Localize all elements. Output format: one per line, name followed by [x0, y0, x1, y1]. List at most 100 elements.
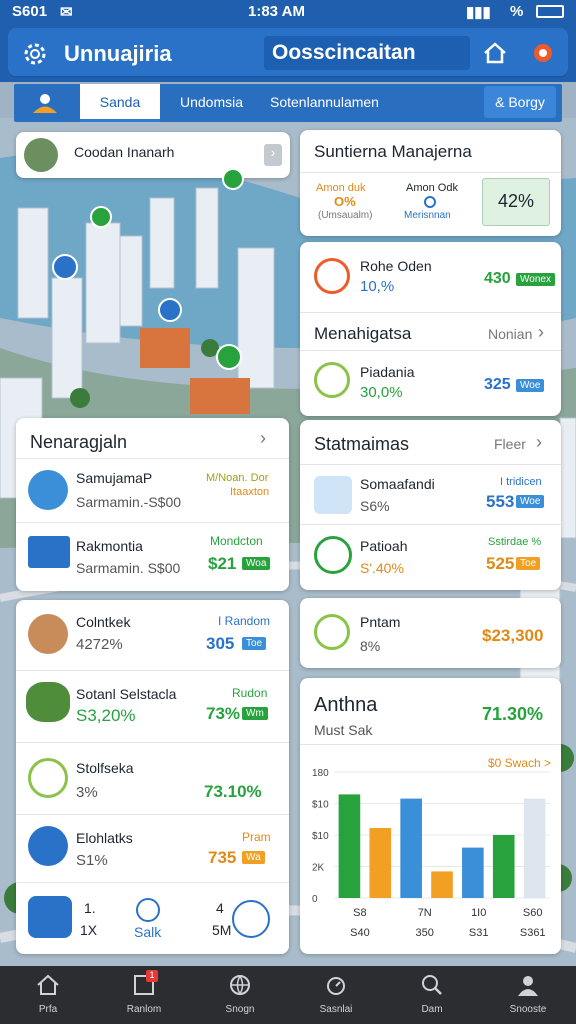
status-clock: 1:83 AM: [248, 3, 305, 20]
footer-stat-bottom: 5M: [212, 922, 232, 938]
chevron-right-icon[interactable]: ›: [260, 428, 266, 449]
avatar: [24, 138, 58, 172]
list-item-value: 305: [206, 634, 235, 653]
list-item-tag: M/Noan. Dor: [206, 472, 269, 484]
metrics-list-card[interactable]: Colntkek 4272% I Random 305 Toe Sotanl S…: [16, 600, 289, 954]
sistema-left-label: Amon duk: [316, 182, 366, 194]
home-icon[interactable]: [482, 40, 508, 66]
refresh-icon[interactable]: [232, 900, 270, 938]
finance-row1-badge: Wonex: [516, 273, 555, 286]
chart-bar: [492, 835, 515, 898]
sistema-mid-label: Amon Odk: [406, 182, 458, 194]
bottom-nav: Prfa 1 Ranlom Snogn Sasnlai Dam Snooste: [0, 966, 576, 1024]
list-item-tag: I tridicen: [500, 476, 542, 488]
tab-undomsia[interactable]: Undomsia: [180, 84, 243, 122]
phone-icon: [314, 258, 350, 294]
timer-icon: [327, 977, 345, 995]
chart-value: 71.30%: [482, 704, 544, 724]
finance-section-link[interactable]: Nonian: [488, 326, 532, 342]
list-item-badge: Woa: [242, 557, 271, 570]
tab-sotenlannulamen[interactable]: Sotenlannulamen: [270, 84, 379, 122]
list-item-pct: S3,20%: [76, 706, 136, 725]
chart-bar: [369, 828, 392, 898]
sistema-card[interactable]: Suntierna Manajerna Amon duk O% (Umsaual…: [300, 130, 561, 236]
list-item-badge: Toe: [516, 557, 541, 570]
finance-row1-title: Rohe Oden: [360, 258, 432, 274]
chart-subtitle: Must Sak: [314, 722, 373, 738]
nav-label: Prfa: [38, 1004, 58, 1015]
nav-item-notes[interactable]: 1 Ranlom: [96, 966, 192, 1024]
list-item-title: Rakmontia: [76, 538, 143, 554]
notification-badge: 1: [146, 970, 158, 982]
chart-bar: [431, 871, 453, 898]
map-location-label: Coodan Inanarh: [74, 144, 175, 160]
user-icon[interactable]: [30, 92, 60, 114]
x-tick-label: S60: [523, 907, 543, 919]
nav-item-home[interactable]: Prfa: [0, 966, 96, 1024]
alert-icon[interactable]: [530, 40, 556, 66]
y-tick-label: $10: [312, 831, 329, 842]
tablet-icon: [28, 826, 68, 866]
map-pin-icon[interactable]: [90, 206, 112, 228]
list-item-sub: Sarmamin.-S$00: [76, 494, 182, 510]
chevron-right-icon[interactable]: ›: [264, 144, 282, 166]
tab-sanda[interactable]: Sanda: [80, 84, 160, 122]
sistema-mid-sub: Merisnnan: [404, 210, 451, 221]
statmaimas-link[interactable]: Fleer: [494, 436, 526, 452]
app-bar: Unnuajiria Oosscincaitan: [0, 24, 576, 82]
status-bar: S601 ✉ 1:83 AM ▮▮▮ %: [0, 0, 576, 24]
list-item-title: SamujamaP: [76, 470, 153, 486]
globe-icon: [230, 975, 250, 996]
list-item-title: Patioah: [360, 538, 408, 554]
nav-item-profile[interactable]: Snooste: [480, 966, 576, 1024]
search-field[interactable]: Oosscincaitan: [264, 36, 470, 70]
list-item-value: $21: [208, 554, 237, 573]
map-pin-icon[interactable]: [222, 168, 244, 190]
list-item-pct: S'.40%: [360, 560, 404, 576]
finance-row2-badge: Woe: [516, 379, 545, 392]
user-profile-icon: [28, 470, 68, 510]
finance-card[interactable]: Rohe Oden 10,% 430 Wonex Menahigatsa Non…: [300, 242, 561, 416]
chart-bar: [523, 798, 546, 898]
footer-stat-bottom: Salk: [134, 924, 162, 940]
chevron-right-icon[interactable]: ›: [538, 322, 544, 343]
map-pin-icon[interactable]: [52, 254, 78, 280]
map-pin-icon[interactable]: [158, 298, 182, 322]
list-item-badge: Woe: [516, 495, 545, 508]
pntam-value: $23,300: [482, 626, 544, 645]
chevron-right-icon[interactable]: ›: [536, 432, 542, 453]
y-tick-label: 0: [312, 894, 318, 905]
finance-row2-title: Piadania: [360, 364, 415, 380]
nav-item-timer[interactable]: Sasnlai: [288, 966, 384, 1024]
leaf-icon[interactable]: [136, 898, 160, 922]
list-item-title: Colntkek: [76, 614, 131, 630]
nav-label: Snogn: [225, 1004, 255, 1015]
printer-icon[interactable]: [28, 896, 72, 938]
energy-icon: [28, 758, 68, 798]
x-tick-label: S40: [350, 927, 370, 939]
map-location-card[interactable]: Coodan Inanarh ›: [16, 132, 290, 178]
anthna-chart-card[interactable]: Anthna Must Sak 71.30% $0 Swach > 180 $10…: [300, 678, 561, 954]
map-pin-icon[interactable]: [216, 344, 242, 370]
list-item-pct: S1%: [76, 852, 108, 869]
gear-icon[interactable]: [22, 41, 48, 67]
bar-chart: 180 $10 $10 2K 0 S8 7N 1I0 S60 S40 350 S31 S361: [312, 768, 550, 939]
nav-label: Dam: [421, 1004, 443, 1015]
x-tick-label: S31: [469, 927, 489, 939]
list-item-badge: Wa: [242, 851, 265, 864]
y-tick-label: 2K: [312, 863, 325, 874]
search-icon: [422, 975, 442, 995]
chart-bar: [338, 794, 361, 898]
status-icon: [424, 196, 436, 208]
borgy-button[interactable]: & Borgy: [484, 86, 556, 118]
pntam-card[interactable]: Pntam 8% $23,300: [300, 598, 561, 668]
sistema-value-box: 42%: [482, 178, 550, 226]
nav-item-globe[interactable]: Snogn: [192, 966, 288, 1024]
statmaimas-card[interactable]: Statmaimas Fleer › Somaafandi S6% I trid…: [300, 420, 561, 590]
list-item-title: Stolfseka: [76, 760, 134, 776]
wallet-icon: [314, 362, 350, 398]
nav-item-search[interactable]: Dam: [384, 966, 480, 1024]
mail-icon: ✉: [60, 4, 73, 21]
nenaragjaln-card[interactable]: Nenaragjaln › SamujamaP Sarmamin.-S$00 M…: [16, 418, 289, 591]
battery-icon: [536, 5, 564, 18]
